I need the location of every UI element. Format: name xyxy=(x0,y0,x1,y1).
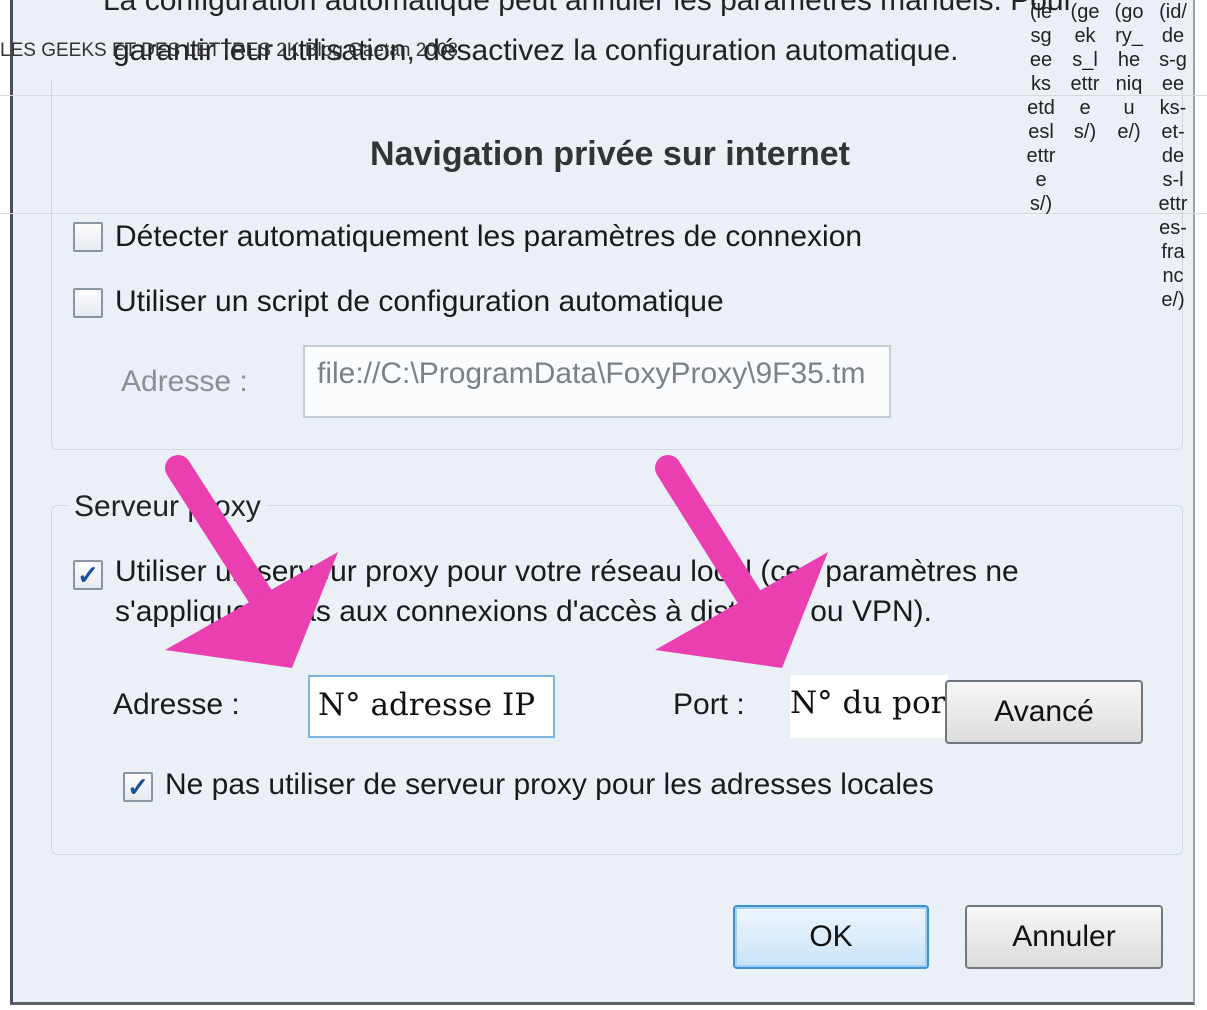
overlay-link-2[interactable]: (geeks_lettres/) xyxy=(1070,0,1100,144)
overlay-link-3[interactable]: (gory_henique/) xyxy=(1114,0,1144,144)
arrow-to-address-icon xyxy=(165,455,338,668)
arrow-to-port-icon xyxy=(655,455,828,668)
overlay-link-1[interactable]: (lesgeeksetdeslettres/) xyxy=(1026,0,1056,216)
overlay-link-4[interactable]: (id/des-geeks-et-des-lettres-france/) xyxy=(1158,0,1188,312)
